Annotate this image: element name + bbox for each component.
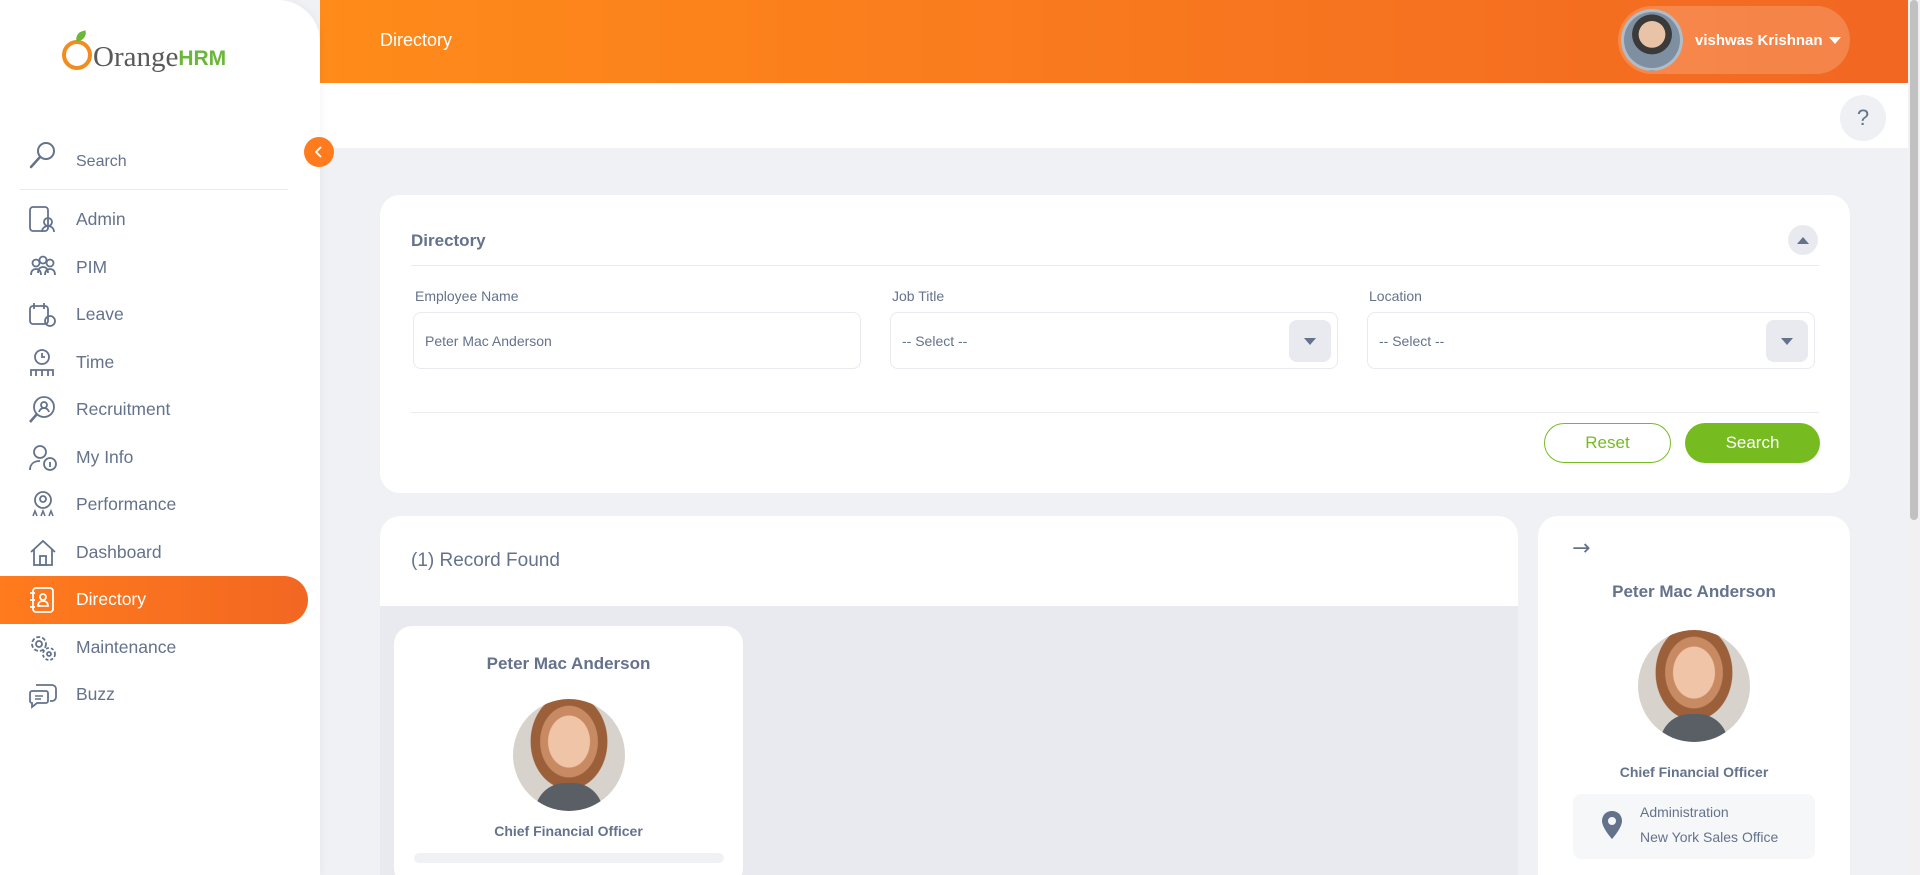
caret-down-icon xyxy=(1828,36,1841,44)
sidebar-item-pim[interactable]: PIM xyxy=(0,244,308,292)
sidebar-item-label: My Info xyxy=(76,446,134,467)
sidebar-item-label: PIM xyxy=(76,256,108,277)
job-title-value: -- Select -- xyxy=(902,332,968,349)
sidebar-item-directory[interactable]: Directory xyxy=(0,576,308,624)
employee-name-field: Employee Name Peter Mac Anderson xyxy=(413,288,861,369)
collapse-filter-button[interactable] xyxy=(1788,225,1818,255)
sidebar-item-my-info[interactable]: My Info xyxy=(0,434,308,482)
record-count: (1) Record Found xyxy=(380,516,1518,606)
dashboard-icon xyxy=(30,539,56,566)
admin-icon xyxy=(29,206,55,233)
scrollbar-thumb[interactable] xyxy=(1910,0,1918,520)
sidebar-item-label: Buzz xyxy=(76,684,115,705)
sidebar-item-label: Dashboard xyxy=(76,541,162,562)
sidebar-item-buzz[interactable]: Buzz xyxy=(0,671,308,719)
sidebar-item-leave[interactable]: Leave xyxy=(0,291,308,339)
card-footer xyxy=(413,853,724,863)
orangehrm-logo[interactable]: Orange HRM xyxy=(62,40,227,73)
results-panel: (1) Record Found Peter Mac Anderson Chie… xyxy=(380,516,1518,875)
location-label: Location xyxy=(1369,288,1422,304)
user-name: vishwas Krishnan xyxy=(1695,31,1823,49)
help-button[interactable]: ? xyxy=(1840,95,1886,141)
search-icon xyxy=(29,142,55,169)
close-detail-arrow-icon[interactable]: → xyxy=(1572,536,1590,561)
sidebar: Orange HRM Search Admin PIM Leave Time R… xyxy=(0,0,320,875)
leave-icon xyxy=(29,303,56,327)
location-field: Location -- Select -- xyxy=(1367,288,1815,369)
job-title-select[interactable]: -- Select -- xyxy=(890,312,1338,369)
logo-suffix: HRM xyxy=(178,47,227,70)
logo-text: Orange xyxy=(93,41,179,73)
orange-logo-icon xyxy=(62,40,92,70)
pim-icon xyxy=(30,255,56,275)
recruitment-icon xyxy=(29,396,55,423)
divider xyxy=(411,412,1819,413)
sidebar-item-label: Performance xyxy=(76,494,177,515)
sidebar-item-recruitment[interactable]: Recruitment xyxy=(0,386,308,434)
detail-department: Administration xyxy=(1640,804,1729,820)
job-title-field: Job Title -- Select -- xyxy=(890,288,1338,369)
sidebar-item-label: Directory xyxy=(76,589,147,610)
employee-name-input[interactable]: Peter Mac Anderson xyxy=(413,312,861,369)
employee-name: Peter Mac Anderson xyxy=(486,654,651,673)
sidebar-item-maintenance[interactable]: Maintenance xyxy=(0,624,308,672)
sidebar-search[interactable]: Search xyxy=(20,134,288,190)
avatar xyxy=(1621,9,1683,71)
main-menu: Admin PIM Leave Time Recruitment My Info… xyxy=(0,196,320,719)
sidebar-item-label: Admin xyxy=(76,209,126,230)
my-info-icon xyxy=(29,444,57,471)
dropdown-arrow-icon[interactable] xyxy=(1766,320,1808,362)
maintenance-icon xyxy=(31,635,56,661)
location-info: Administration New York Sales Office xyxy=(1573,794,1815,859)
sidebar-item-dashboard[interactable]: Dashboard xyxy=(0,529,308,577)
reset-button[interactable]: Reset xyxy=(1544,423,1671,463)
employee-card[interactable]: Peter Mac Anderson Chief Financial Offic… xyxy=(394,626,743,875)
location-pin-icon xyxy=(1602,811,1622,839)
performance-icon xyxy=(32,491,54,517)
employee-detail-panel: → Peter Mac Anderson Chief Financial Off… xyxy=(1538,516,1850,875)
sidebar-item-label: Time xyxy=(76,351,115,372)
top-header: Directory vishwas Krishnan xyxy=(320,0,1908,83)
page-title: Directory xyxy=(380,30,453,50)
chevron-left-icon xyxy=(314,146,322,158)
employee-photo xyxy=(512,699,625,811)
dropdown-arrow-icon[interactable] xyxy=(1289,320,1331,362)
location-select[interactable]: -- Select -- xyxy=(1367,312,1815,369)
sidebar-search-input[interactable]: Search xyxy=(76,153,127,171)
sidebar-item-performance[interactable]: Performance xyxy=(0,481,308,529)
divider xyxy=(411,265,1819,266)
time-icon xyxy=(30,348,54,376)
detail-employee-photo xyxy=(1638,630,1750,742)
sidebar-item-label: Leave xyxy=(76,304,124,325)
sidebar-item-time[interactable]: Time xyxy=(0,339,308,387)
directory-filter-card: Directory Employee Name Peter Mac Anders… xyxy=(380,195,1850,493)
detail-location: New York Sales Office xyxy=(1640,829,1779,845)
employee-name-label: Employee Name xyxy=(415,288,519,304)
job-title-label: Job Title xyxy=(892,288,945,304)
sidebar-item-admin[interactable]: Admin xyxy=(0,196,308,244)
filter-title: Directory xyxy=(411,231,486,250)
sub-header: ? xyxy=(320,83,1908,148)
detail-job-title: Chief Financial Officer xyxy=(1619,764,1769,780)
detail-employee-name: Peter Mac Anderson xyxy=(1612,582,1776,601)
sidebar-collapse-button[interactable] xyxy=(304,137,334,167)
sidebar-item-label: Maintenance xyxy=(76,636,177,657)
directory-icon xyxy=(30,587,54,613)
buzz-icon xyxy=(29,684,57,709)
user-dropdown[interactable]: vishwas Krishnan xyxy=(1618,6,1850,74)
employee-job-title: Chief Financial Officer xyxy=(494,823,643,839)
sidebar-item-label: Recruitment xyxy=(76,399,171,420)
location-value: -- Select -- xyxy=(1379,332,1445,349)
search-button[interactable]: Search xyxy=(1685,423,1820,463)
